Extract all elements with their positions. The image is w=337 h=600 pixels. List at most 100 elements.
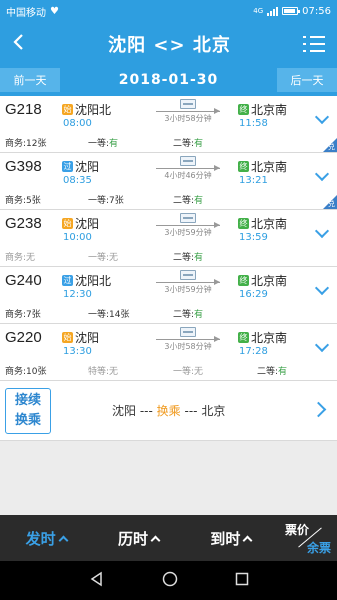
nav-back-icon[interactable] <box>89 571 105 591</box>
train-row[interactable]: G238 始沈阳 10:00 3小时59分钟 终北京南 13:59 商务:无 一… <box>0 210 337 267</box>
prev-day-button[interactable]: 前一天 <box>0 68 60 92</box>
battery-icon <box>282 7 301 15</box>
heart-icon: ♥ <box>50 5 59 17</box>
route-info: 3小时58分钟 <box>156 99 220 124</box>
chevron-down-icon[interactable] <box>314 109 330 125</box>
travel-duration: 3小时58分钟 <box>164 342 212 351</box>
current-date[interactable]: 2018-01-30 <box>60 68 277 92</box>
seat-first: 一等:无 <box>88 253 119 263</box>
exchange-badge: 兑 <box>323 195 337 209</box>
departure-station: 始沈阳北 <box>62 103 112 117</box>
date-bar: 前一天 2018-01-30 后一天 <box>0 66 337 96</box>
train-list: G218 始沈阳北 08:00 3小时58分钟 终北京南 11:58 商务:12… <box>0 96 337 381</box>
chevron-down-icon[interactable] <box>314 166 330 182</box>
carrier-label: 中国移动 <box>6 7 46 19</box>
chevron-up-icon <box>242 535 253 545</box>
arrow-icon <box>156 336 220 342</box>
nav-recent-icon[interactable] <box>235 571 249 590</box>
signal-icon <box>267 6 279 16</box>
train-icon <box>180 270 196 280</box>
origin-tag: 始 <box>62 332 73 343</box>
arrow-icon <box>156 108 220 114</box>
seat-first: 一等:14张 <box>88 310 130 320</box>
departure-time: 08:00 <box>63 118 92 129</box>
seat-first: 一等:无 <box>173 367 204 377</box>
departure-station: 始沈阳 <box>62 331 100 345</box>
train-icon <box>180 156 196 166</box>
travel-duration: 4小时46分钟 <box>164 171 212 180</box>
chevron-right-icon[interactable] <box>310 401 327 418</box>
seat-business: 商务:7张 <box>5 310 41 320</box>
seat-first: 一等:7张 <box>88 196 124 206</box>
seat-second: 二等:有 <box>173 139 204 149</box>
departure-station: 过沈阳北 <box>62 274 112 288</box>
terminal-tag: 终 <box>238 218 249 229</box>
train-row[interactable]: G240 过沈阳北 12:30 3小时59分钟 终北京南 16:29 商务:7张… <box>0 267 337 324</box>
seat-first: 一等:有 <box>88 139 119 149</box>
arrow-icon <box>156 222 220 228</box>
terminal-tag: 终 <box>238 161 249 172</box>
nav-home-icon[interactable] <box>162 571 178 591</box>
departure-station: 始沈阳 <box>62 217 100 231</box>
seat-second: 二等:有 <box>173 253 204 263</box>
arrival-time: 17:28 <box>239 346 268 357</box>
arrow-icon <box>156 279 220 285</box>
train-icon <box>180 213 196 223</box>
sort-price-remain-button[interactable]: 票价 余票 <box>277 515 337 561</box>
terminal-tag: 终 <box>238 275 249 286</box>
arrival-time: 16:29 <box>239 289 268 300</box>
train-number: G238 <box>5 215 42 232</box>
transfer-button[interactable]: 接续换乘 <box>5 388 51 434</box>
transfer-route: 沈阳 --- 换乘 --- 北京 <box>112 404 226 418</box>
arrival-time: 13:21 <box>239 175 268 186</box>
menu-icon[interactable] <box>302 35 325 53</box>
train-icon <box>180 99 196 109</box>
route-info: 3小时59分钟 <box>156 270 220 295</box>
arrival-station: 终北京南 <box>238 274 288 288</box>
departure-time: 12:30 <box>63 289 92 300</box>
back-icon[interactable] <box>12 32 36 56</box>
seat-business: 商务:无 <box>5 253 36 263</box>
sort-duration-button[interactable]: 历时 <box>92 528 184 549</box>
chevron-up-icon <box>150 535 161 545</box>
arrow-icon <box>156 165 220 171</box>
travel-duration: 3小时58分钟 <box>164 114 212 123</box>
route-info: 3小时59分钟 <box>156 213 220 238</box>
transfer-row[interactable]: 接续换乘 沈阳 --- 换乘 --- 北京 <box>0 381 337 441</box>
sort-arrive-button[interactable]: 到时 <box>185 528 277 549</box>
seat-second: 二等:有 <box>173 196 204 206</box>
seat-business: 商务:12张 <box>5 139 47 149</box>
train-row[interactable]: G218 始沈阳北 08:00 3小时58分钟 终北京南 11:58 商务:12… <box>0 96 337 153</box>
train-row[interactable]: G220 始沈阳 13:30 3小时58分钟 终北京南 17:28 商务:10张… <box>0 324 337 381</box>
passing-tag: 过 <box>62 161 73 172</box>
arrival-station: 终北京南 <box>238 160 288 174</box>
sort-depart-button[interactable]: 发时 <box>0 528 92 549</box>
chevron-down-icon[interactable] <box>314 337 330 353</box>
next-day-button[interactable]: 后一天 <box>277 68 337 92</box>
train-number: G218 <box>5 101 42 118</box>
arrival-station: 终北京南 <box>238 217 288 231</box>
seat-second: 二等:有 <box>173 310 204 320</box>
chevron-up-icon <box>58 535 69 545</box>
arrival-station: 终北京南 <box>238 103 288 117</box>
chevron-down-icon[interactable] <box>314 280 330 296</box>
departure-time: 10:00 <box>63 232 92 243</box>
network-label: 4G <box>253 7 264 15</box>
origin-tag: 始 <box>62 104 73 115</box>
origin-tag: 始 <box>62 218 73 229</box>
departure-station: 过沈阳 <box>62 160 100 174</box>
chevron-down-icon[interactable] <box>314 223 330 239</box>
arrival-time: 13:59 <box>239 232 268 243</box>
route-info: 4小时46分钟 <box>156 156 220 181</box>
train-number: G398 <box>5 158 42 175</box>
train-number: G220 <box>5 329 42 346</box>
train-row[interactable]: G398 过沈阳 08:35 4小时46分钟 终北京南 13:21 商务:5张 … <box>0 153 337 210</box>
page-title: 沈阳 <> 北京 <box>108 35 231 56</box>
exchange-badge: 兑 <box>323 138 337 152</box>
seat-business: 商务:10张 <box>5 367 47 377</box>
terminal-tag: 终 <box>238 104 249 115</box>
train-number: G240 <box>5 272 42 289</box>
app-header: 沈阳 <> 北京 <box>0 22 337 66</box>
route-info: 3小时58分钟 <box>156 327 220 352</box>
departure-time: 13:30 <box>63 346 92 357</box>
